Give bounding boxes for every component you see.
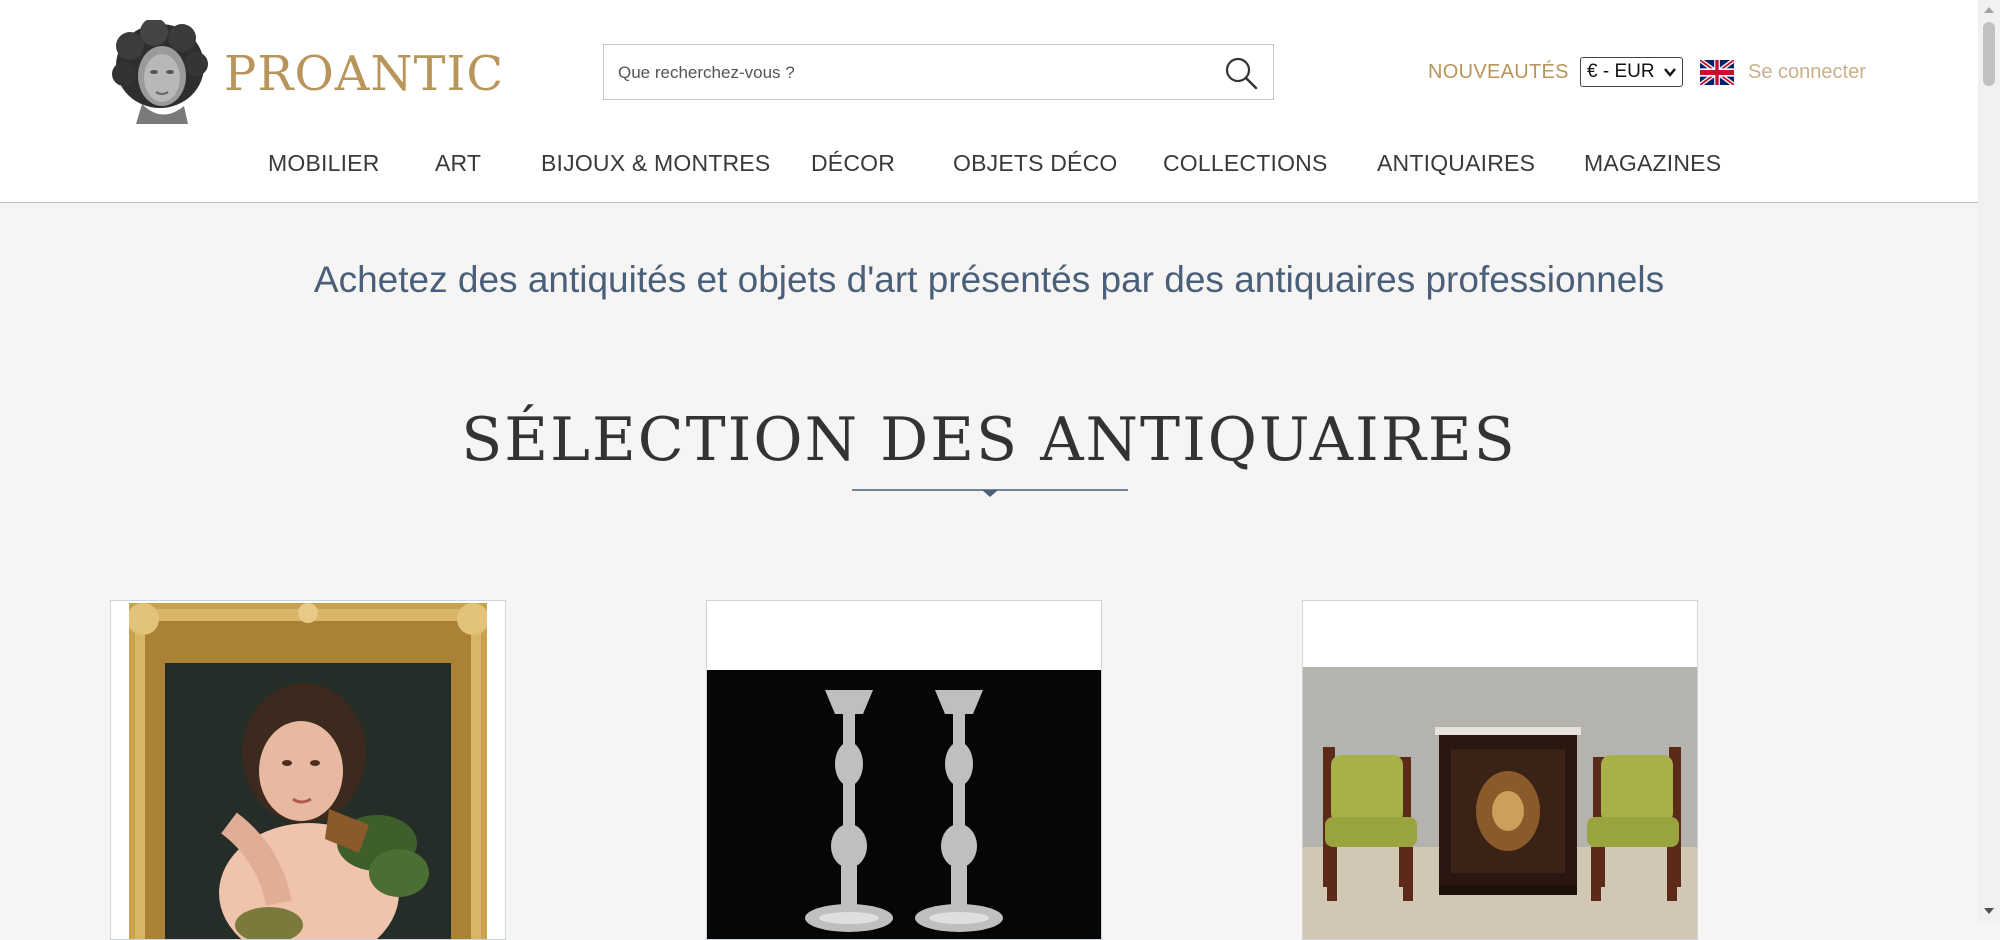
page-scrollbar[interactable] — [1978, 0, 2000, 923]
nav-item-bijoux-montres[interactable]: BIJOUX & MONTRES — [541, 146, 770, 180]
uk-flag-icon[interactable] — [1700, 60, 1734, 85]
product-image-furniture — [1303, 667, 1697, 939]
currency-select[interactable]: € - EUR — [1580, 57, 1683, 87]
nav-item-magazines[interactable]: MAGAZINES — [1584, 146, 1721, 180]
nav-item-art[interactable]: ART — [435, 146, 481, 180]
nav-item-mobilier[interactable]: MOBILIER — [268, 146, 380, 180]
logo-bust-icon[interactable] — [110, 20, 210, 124]
login-link[interactable]: Se connecter — [1748, 58, 1866, 86]
scroll-up-icon[interactable] — [1983, 5, 1995, 15]
scrollbar-thumb[interactable] — [1983, 22, 1995, 86]
nouveautes-link[interactable]: NOUVEAUTÉS — [1428, 58, 1569, 86]
chevron-down-icon — [1664, 68, 1676, 77]
main-nav: MOBILIER ART BIJOUX & MONTRES DÉCOR OBJE… — [0, 146, 1978, 182]
section-title: SÉLECTION DES ANTIQUAIRES — [461, 405, 1517, 475]
currency-selected-value: € - EUR — [1587, 61, 1655, 82]
site-header: PROANTIC NOUVEAUTÉS € - EUR Se connecter… — [0, 0, 1978, 203]
product-image-painting — [129, 603, 487, 939]
title-divider — [852, 489, 1128, 497]
product-card-candlesticks[interactable] — [706, 600, 1102, 940]
nav-item-antiquaires[interactable]: ANTIQUAIRES — [1377, 146, 1535, 180]
product-card-painting[interactable] — [110, 600, 506, 940]
search-icon[interactable] — [1223, 55, 1259, 91]
scroll-down-icon[interactable] — [1983, 906, 1995, 916]
nav-item-objets-deco[interactable]: OBJETS DÉCO — [953, 146, 1118, 180]
nav-item-decor[interactable]: DÉCOR — [811, 146, 895, 180]
logo-text[interactable]: PROANTIC — [224, 44, 504, 104]
search-input[interactable] — [616, 45, 1200, 101]
product-image-candlesticks — [707, 670, 1101, 939]
page-tagline: Achetez des antiquités et objets d'art p… — [313, 259, 1665, 300]
search-box — [603, 44, 1274, 101]
product-card-furniture[interactable] — [1302, 600, 1698, 940]
nav-item-collections[interactable]: COLLECTIONS — [1163, 146, 1328, 180]
